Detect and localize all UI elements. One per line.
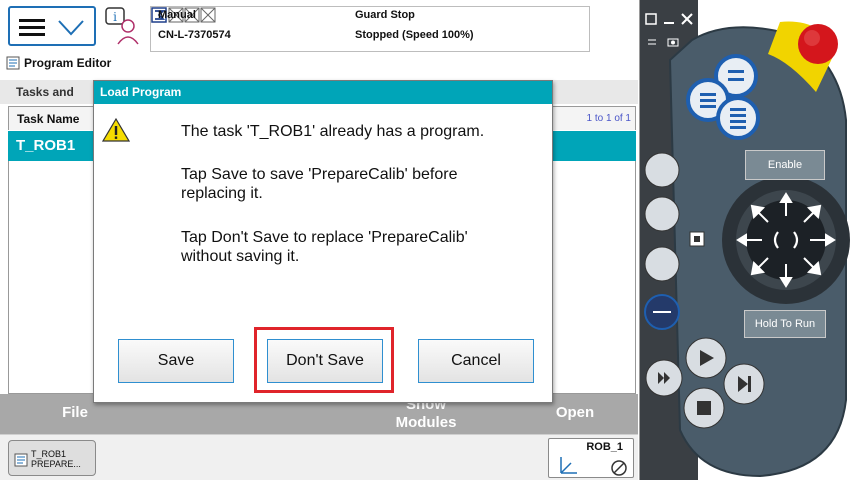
taskbar: T_ROB1 PREPARE... ROB_1 <box>0 434 638 480</box>
operating-mode: Manual <box>158 9 196 21</box>
hamburger-icon <box>19 19 45 36</box>
open-button[interactable]: Open <box>530 404 620 422</box>
main-menu-button[interactable] <box>8 6 96 46</box>
flexpendant-screen: i Manual CN-L-7370574 Guard Stop Stopped… <box>0 0 640 480</box>
warning-icon <box>102 117 130 142</box>
taskbar-program-editor[interactable]: T_ROB1 PREPARE... <box>8 440 96 476</box>
status-bar[interactable]: Manual CN-L-7370574 Guard Stop Stopped (… <box>150 6 590 52</box>
dialog-message: Tap Save to save 'PrepareCalib' before <box>181 166 458 183</box>
dialog-message: The task 'T_ROB1' already has a program. <box>181 123 485 140</box>
jog-coordinates-icon <box>560 457 627 476</box>
show-modules-line2: Modules <box>395 414 457 431</box>
app-title-text: Program Editor <box>24 56 112 70</box>
pendant-hardware: Enable Hold To Run <box>640 0 853 480</box>
program-editor-icon <box>6 56 20 70</box>
chevron-down-icon <box>58 20 84 36</box>
dialog-message: replacing it. <box>181 185 263 202</box>
hold-to-run-button[interactable]: Hold To Run <box>744 310 826 338</box>
window-controls-icon[interactable] <box>642 10 702 28</box>
operator-info-icon[interactable]: i <box>104 6 142 46</box>
app-title: Program Editor <box>6 54 111 72</box>
dialog-message: without saving it. <box>181 248 300 265</box>
run-state: Stopped (Speed 100%) <box>355 29 474 41</box>
highlight-box <box>254 327 394 393</box>
load-program-dialog: Load Program The task 'T_ROB1' already h… <box>93 80 553 403</box>
quickset-button[interactable]: ROB_1 <box>548 438 634 478</box>
enable-button[interactable]: Enable <box>745 150 825 180</box>
pendant-body-graphic <box>640 0 850 480</box>
program-editor-icon <box>14 453 28 467</box>
save-button[interactable]: Save <box>118 339 234 383</box>
cancel-button[interactable]: Cancel <box>418 339 534 383</box>
dialog-message: Tap Don't Save to replace 'PrepareCalib' <box>181 229 468 246</box>
svg-text:i: i <box>113 10 117 24</box>
file-menu-button[interactable]: File <box>30 404 120 422</box>
column-task-name: Task Name <box>17 112 80 126</box>
swap-camera-icon[interactable] <box>646 36 686 48</box>
guard-status: Guard Stop <box>355 9 415 21</box>
taskbar-task-line1: T_ROB1 <box>31 449 67 459</box>
dialog-title: Load Program <box>94 81 552 104</box>
controller-name: CN-L-7370574 <box>158 29 231 41</box>
row-count: 1 to 1 of 1 <box>586 113 631 124</box>
taskbar-task-line2: PREPARE... <box>31 459 81 469</box>
